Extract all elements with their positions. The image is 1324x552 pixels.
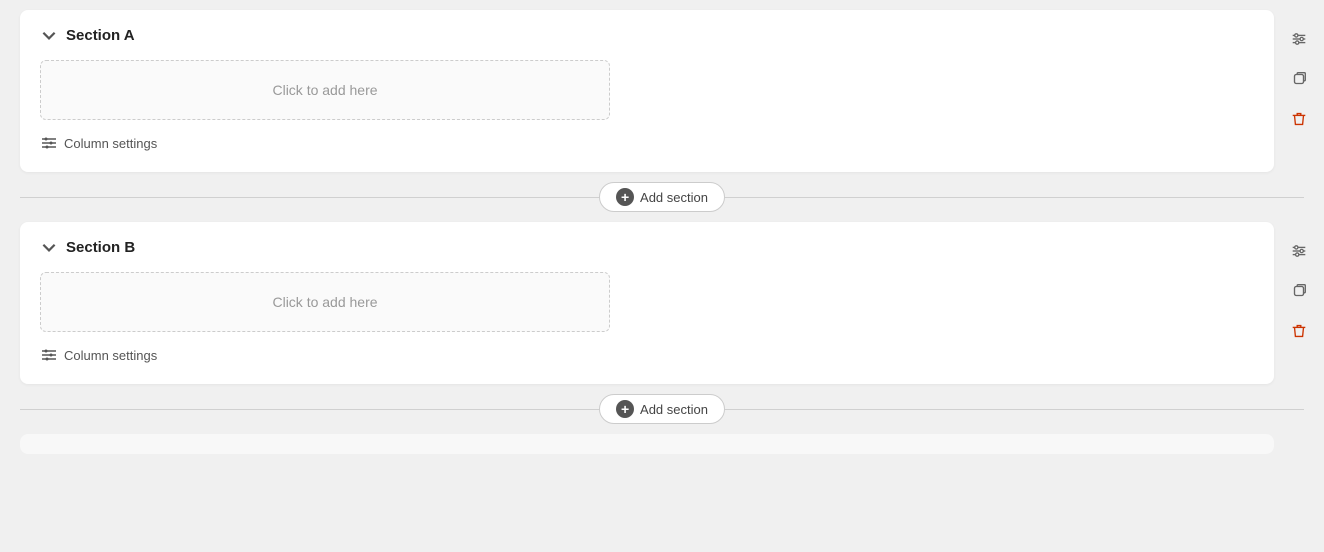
bottom-stub-card	[20, 434, 1274, 454]
section-b-collapse-icon[interactable]	[40, 238, 58, 256]
section-a-settings-button[interactable]	[1284, 24, 1314, 54]
add-section-button-2[interactable]: + Add section	[599, 394, 725, 424]
section-a-container: Section A Click to add here Column setti…	[0, 10, 1324, 172]
section-a-card: Section A Click to add here Column setti…	[20, 10, 1274, 172]
section-a-add-content[interactable]: Click to add here	[40, 60, 610, 120]
column-settings-b-icon	[40, 346, 58, 364]
section-b-right-icons	[1284, 236, 1314, 346]
section-a-header: Section A	[40, 26, 1254, 44]
section-b-card: Section B Click to add here Column setti…	[20, 222, 1274, 384]
section-b-add-label: Click to add here	[272, 294, 377, 310]
add-section-button-1[interactable]: + Add section	[599, 182, 725, 212]
section-b-settings-button[interactable]	[1284, 236, 1314, 266]
section-b-column-settings[interactable]: Column settings	[40, 346, 157, 364]
section-b-add-content[interactable]: Click to add here	[40, 272, 610, 332]
section-a-delete-button[interactable]	[1284, 104, 1314, 134]
section-a-collapse-icon[interactable]	[40, 26, 58, 44]
section-b-delete-button[interactable]	[1284, 316, 1314, 346]
section-a-right-icons	[1284, 24, 1314, 134]
section-b-container: Section B Click to add here Column setti…	[0, 222, 1324, 384]
section-a-duplicate-button[interactable]	[1284, 64, 1314, 94]
page-wrapper: Section A Click to add here Column setti…	[0, 10, 1324, 454]
add-section-plus-2: +	[616, 400, 634, 418]
section-a-column-settings[interactable]: Column settings	[40, 134, 157, 152]
section-a-add-label: Click to add here	[272, 82, 377, 98]
add-section-row-1: + Add section	[20, 182, 1304, 212]
section-b-header: Section B	[40, 238, 1254, 256]
column-settings-a-icon	[40, 134, 58, 152]
section-a-column-settings-label: Column settings	[64, 136, 157, 151]
section-b-duplicate-button[interactable]	[1284, 276, 1314, 306]
add-section-label-2: Add section	[640, 402, 708, 417]
section-a-title: Section A	[66, 27, 135, 44]
add-section-label-1: Add section	[640, 190, 708, 205]
add-section-plus-1: +	[616, 188, 634, 206]
add-section-row-2: + Add section	[20, 394, 1304, 424]
section-b-title: Section B	[66, 239, 135, 256]
section-b-column-settings-label: Column settings	[64, 348, 157, 363]
